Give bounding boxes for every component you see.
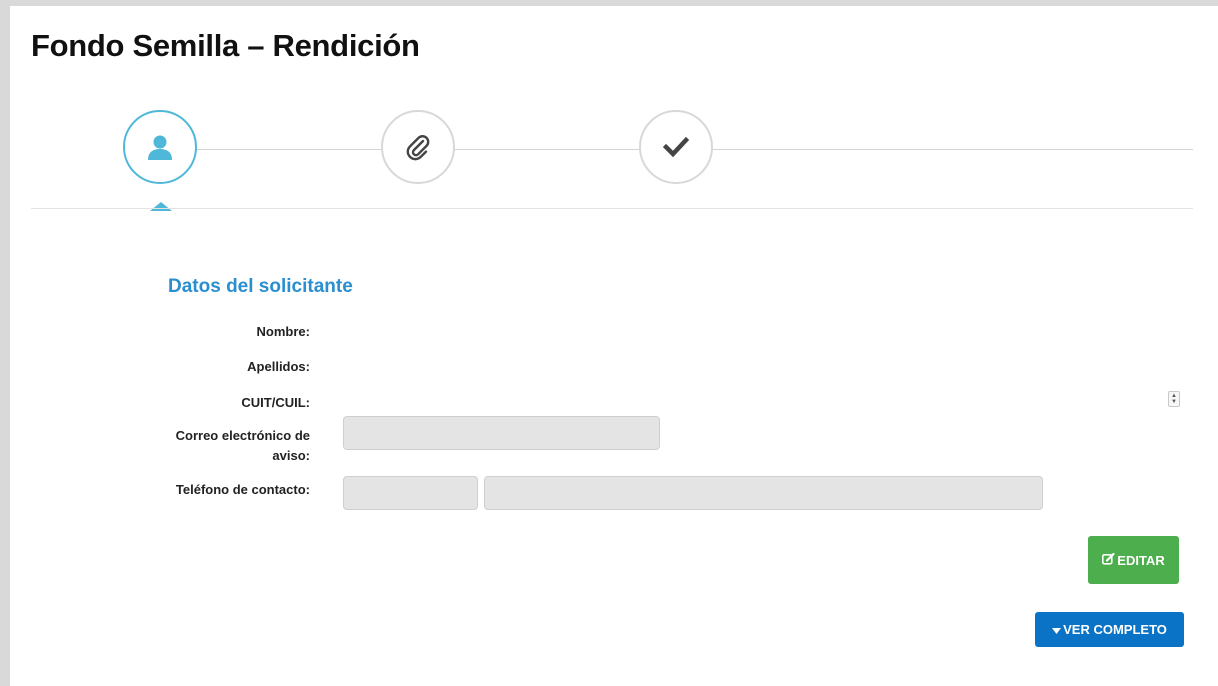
step-adjuntos[interactable] — [381, 110, 455, 184]
main-panel: Fondo Semilla – Rendición Datos del soli… — [10, 6, 1218, 686]
telefono-code-input[interactable] — [343, 476, 478, 510]
nombre-label: Nombre: — [256, 324, 310, 339]
correo-label: Correo electrónico de aviso: — [175, 428, 310, 463]
view-full-button-label: VER COMPLETO — [1063, 622, 1167, 637]
paperclip-icon — [404, 133, 432, 161]
caret-down-icon — [1052, 623, 1062, 636]
apellidos-label: Apellidos: — [247, 359, 310, 374]
view-full-button[interactable]: VER COMPLETO — [1035, 612, 1184, 647]
edit-button-label: EDITAR — [1117, 552, 1165, 568]
page-title: Fondo Semilla – Rendición — [31, 28, 420, 63]
correo-input[interactable] — [343, 416, 660, 450]
user-icon — [146, 133, 174, 161]
header-divider — [31, 208, 1193, 209]
telefono-number-input[interactable] — [484, 476, 1043, 510]
step-confirmacion[interactable] — [639, 110, 713, 184]
check-icon — [663, 134, 689, 160]
step-datos-solicitante[interactable] — [123, 110, 197, 184]
active-step-indicator — [150, 202, 172, 211]
spin-down-icon[interactable]: ▼ — [1171, 399, 1177, 405]
telefono-label: Teléfono de contacto: — [175, 482, 310, 497]
edit-icon — [1102, 552, 1115, 567]
cuit-label: CUIT/CUIL: — [241, 395, 310, 410]
cuit-spinner[interactable]: ▲ ▼ — [1168, 391, 1180, 407]
section-title: Datos del solicitante — [168, 276, 353, 297]
edit-button[interactable]: EDITAR — [1088, 536, 1179, 584]
